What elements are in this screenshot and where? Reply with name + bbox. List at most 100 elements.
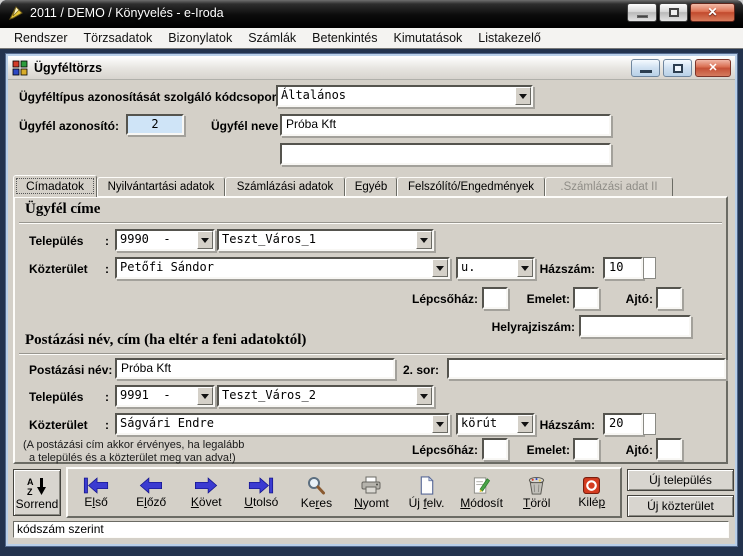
app-icon	[8, 5, 24, 21]
trash-icon	[527, 476, 546, 495]
posta-emelet-field[interactable]	[573, 438, 599, 460]
section-separator	[19, 353, 722, 355]
postazasi-heading: Postázási név, cím (ha eltér a feni adat…	[25, 332, 306, 349]
elozo-button[interactable]: Előző	[124, 470, 178, 515]
kilep-label: Kilép	[578, 495, 605, 509]
nyomt-button[interactable]: Nyomt	[344, 470, 398, 515]
posta-nev-field[interactable]: Próba Kft	[115, 358, 395, 379]
dropdown-arrow-icon[interactable]	[432, 415, 448, 433]
cim-ajto-label: Ajtó:	[609, 292, 653, 306]
cim-hazszam-extra-field[interactable]	[643, 257, 656, 279]
sort-az-icon: A Z	[25, 475, 49, 497]
tab-szamlazasi-adatok[interactable]: Számlázási adatok	[225, 177, 345, 196]
cim-telepules-kod-combo[interactable]: 9990 -	[115, 229, 215, 251]
child-restore-button[interactable]	[663, 59, 692, 77]
child-close-button[interactable]: ✕	[695, 59, 731, 77]
printer-icon	[360, 476, 382, 495]
nyomt-label: Nyomt	[354, 496, 389, 510]
cim-kozterulet-combo[interactable]: Petőfi Sándor	[115, 257, 450, 279]
kilep-button[interactable]: Kilép	[565, 470, 619, 515]
edit-icon	[472, 476, 491, 495]
cim-lepcsohaz-field[interactable]	[482, 287, 508, 309]
helyrajziszam-field[interactable]	[579, 315, 691, 337]
dropdown-arrow-icon[interactable]	[416, 387, 432, 405]
kodcsoport-label: Ügyféltípus azonosítását szolgáló kódcso…	[19, 90, 284, 104]
ugyfel-neve2-field[interactable]	[280, 143, 611, 165]
tab-felszolito-engedmenyek[interactable]: Felszólító/Engedmények	[397, 177, 545, 196]
posta-emelet-label: Emelet:	[515, 443, 570, 457]
kodcsoport-combo[interactable]: Általános	[276, 85, 533, 107]
dropdown-arrow-icon[interactable]	[197, 387, 213, 405]
elso-button[interactable]: Első	[69, 470, 123, 515]
sorrend-label: Sorrend	[16, 497, 59, 511]
dropdown-arrow-icon[interactable]	[197, 231, 213, 249]
posta-kozterulet-combo[interactable]: Ságvári Endre	[115, 413, 450, 435]
tab-nyilvantartasi-adatok[interactable]: Nyilvántartási adatok	[97, 177, 225, 196]
kovet-button[interactable]: Követ	[179, 470, 233, 515]
sorrend-button[interactable]: A Z Sorrend	[13, 469, 61, 516]
cim-hazszam-field[interactable]: 10	[603, 257, 643, 279]
torol-button[interactable]: Töröl	[510, 470, 564, 515]
posta-kozterulet-tipus-value: körút	[458, 415, 517, 433]
statusbar-field: kódszám szerint	[13, 521, 729, 538]
posta-ajto-field[interactable]	[656, 438, 682, 460]
posta-lepcsohaz-field[interactable]	[482, 438, 508, 460]
posta-kozterulet-value: Ságvári Endre	[117, 415, 432, 433]
tab-bar: Címadatok Nyilvántartási adatok Számlázá…	[13, 174, 673, 196]
dropdown-arrow-icon[interactable]	[432, 259, 448, 277]
keres-button[interactable]: Keres	[289, 470, 343, 515]
last-arrow-icon	[248, 477, 274, 494]
posta-hazszam-extra-field[interactable]	[643, 413, 656, 435]
cim-telepules-nev-combo[interactable]: Teszt_Város_1	[217, 229, 434, 251]
tab-egyeb[interactable]: Egyéb	[345, 177, 397, 196]
mdi-client: Ügyféltörzs ✕ Ügyféltípus azonosítását s…	[0, 49, 743, 556]
menu-item-betenkintes[interactable]: Betenkintés	[304, 28, 385, 48]
modosit-button[interactable]: Módosít	[455, 470, 509, 515]
cim-ajto-field[interactable]	[656, 287, 682, 309]
cim-emelet-field[interactable]	[573, 287, 599, 309]
cim-kozterulet-tipus-value: u.	[458, 259, 517, 277]
posta-sor2-field[interactable]	[447, 358, 726, 379]
cim-kozterulet-value: Petőfi Sándor	[117, 259, 432, 277]
menu-item-listakezelo[interactable]: Listakezelő	[470, 28, 549, 48]
posta-telepules-kod-combo[interactable]: 9991 -	[115, 385, 215, 407]
posta-note-line1: (A postázási cím akkor érvényes, ha lega…	[23, 439, 244, 451]
uj-telepules-button[interactable]: Új település	[627, 469, 734, 491]
minimize-button[interactable]	[627, 3, 657, 22]
menu-item-torzsadatok[interactable]: Törzsadatok	[76, 28, 161, 48]
tab-cimadatok[interactable]: Címadatok	[13, 175, 97, 197]
ugyfel-cime-heading: Ügyfél címe	[25, 201, 100, 218]
elozo-label: Előző	[136, 495, 166, 509]
uj-kozterulet-label: Új közterület	[647, 499, 714, 513]
uj-felv-button[interactable]: Új felv.	[400, 470, 454, 515]
posta-telepules-nev-combo[interactable]: Teszt_Város_2	[217, 385, 434, 407]
elso-label: Első	[84, 495, 107, 509]
nev-label: Ügyfél neve	[211, 119, 278, 133]
posta-hazszam-field[interactable]: 20	[603, 413, 643, 435]
prev-arrow-icon	[138, 477, 164, 494]
dropdown-arrow-icon[interactable]	[515, 87, 531, 105]
close-icon: ✕	[696, 61, 730, 74]
menu-item-kimutatasok[interactable]: Kimutatások	[385, 28, 470, 48]
ugyfeltorzs-window: Ügyféltörzs ✕ Ügyféltípus azonosítását s…	[6, 54, 737, 546]
modosit-label: Módosít	[460, 496, 503, 510]
menu-item-szamlak[interactable]: Számlák	[240, 28, 304, 48]
close-button[interactable]: ✕	[690, 3, 735, 22]
cim-telepules-kod-value: 9990 -	[117, 231, 197, 249]
child-minimize-button[interactable]	[631, 59, 660, 77]
uj-kozterulet-button[interactable]: Új közterület	[627, 495, 734, 517]
child-title-bar[interactable]: Ügyféltörzs ✕	[8, 56, 735, 80]
ugyfel-azonosito-field[interactable]: 2	[126, 114, 184, 135]
cimadatok-panel: Ügyfél címe Település : 9990 - Teszt_Vár…	[13, 196, 728, 464]
utolso-button[interactable]: Utolsó	[234, 470, 288, 515]
title-bar[interactable]: 2011 / DEMO / Könyvelés - e-Iroda ✕	[0, 0, 743, 28]
menu-item-rendszer[interactable]: Rendszer	[6, 28, 76, 48]
posta-telepules-label: Település	[29, 390, 83, 404]
posta-kozterulet-label: Közterület	[29, 418, 88, 432]
dropdown-arrow-icon[interactable]	[416, 231, 432, 249]
maximize-button[interactable]	[659, 3, 688, 22]
ugyfel-neve-field[interactable]: Próba Kft	[280, 114, 611, 136]
window-title: 2011 / DEMO / Könyvelés - e-Iroda	[30, 0, 224, 27]
menu-item-bizonylatok[interactable]: Bizonylatok	[160, 28, 240, 48]
form-area: Ügyféltípus azonosítását szolgáló kódcso…	[8, 80, 735, 544]
